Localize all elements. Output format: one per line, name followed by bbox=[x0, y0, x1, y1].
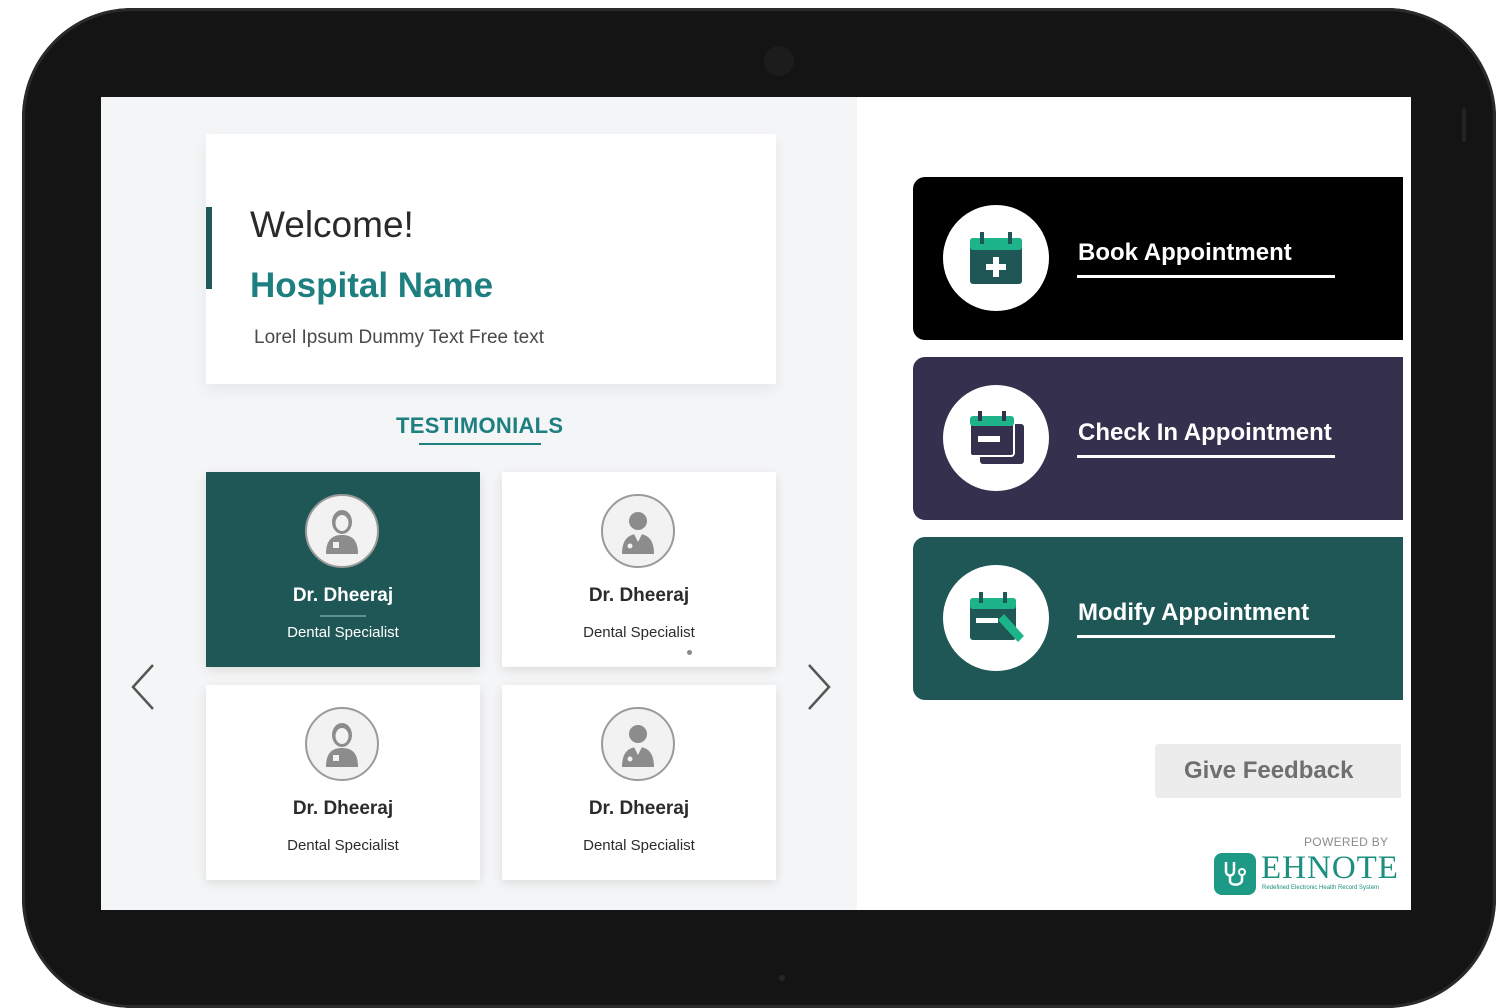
doctor-role: Dental Specialist bbox=[287, 624, 399, 641]
calendar-plus-icon bbox=[943, 205, 1049, 311]
welcome-subtitle: Lorel Ipsum Dummy Text Free text bbox=[254, 327, 545, 348]
welcome-title: Welcome! bbox=[250, 204, 414, 245]
app-screen: Welcome! Hospital Name Lorel Ipsum Dummy… bbox=[101, 97, 1411, 910]
divider bbox=[320, 615, 366, 617]
give-feedback-button[interactable]: Give Feedback bbox=[1155, 744, 1401, 798]
bottom-sensor bbox=[779, 975, 785, 981]
doctor-name: Dr. Dheeraj bbox=[588, 585, 690, 606]
calendar-edit-icon bbox=[943, 565, 1049, 671]
brand-tagline: Redefined Electronic Health Record Syste… bbox=[1262, 885, 1380, 891]
powered-by-label: POWERED BY bbox=[1304, 835, 1389, 849]
chevron-left-icon[interactable] bbox=[129, 662, 159, 712]
testimonial-card[interactable]: Dr. Dheeraj Dental Specialist bbox=[206, 685, 480, 880]
doctor-name: Dr. Dheeraj bbox=[588, 798, 690, 819]
label-underline bbox=[1077, 635, 1335, 638]
testimonial-card[interactable]: Dr. Dheeraj Dental Specialist bbox=[502, 472, 776, 667]
testimonials-underline bbox=[419, 443, 541, 445]
doctor-role: Dental Specialist bbox=[583, 624, 695, 641]
testimonials-heading: TESTIMONIALS bbox=[396, 413, 564, 438]
doctor-role: Dental Specialist bbox=[583, 837, 695, 854]
camera-icon bbox=[764, 46, 794, 76]
side-button bbox=[1462, 108, 1466, 142]
testimonial-card[interactable]: Dr. Dheeraj Dental Specialist bbox=[502, 685, 776, 880]
male-doctor-icon bbox=[601, 494, 675, 568]
doctor-name: Dr. Dheeraj bbox=[292, 585, 394, 606]
doctor-name: Dr. Dheeraj bbox=[292, 798, 394, 819]
modify-appointment-button[interactable]: Modify Appointment bbox=[913, 537, 1403, 700]
testimonial-card[interactable]: Dr. Dheeraj Dental Specialist bbox=[206, 472, 480, 667]
book-appointment-button[interactable]: Book Appointment bbox=[913, 177, 1403, 340]
label-underline bbox=[1077, 455, 1335, 458]
check-in-appointment-button[interactable]: Check In Appointment bbox=[913, 357, 1403, 520]
modify-appointment-label: Modify Appointment bbox=[1078, 599, 1310, 626]
female-doctor-icon bbox=[305, 494, 379, 568]
chevron-right-icon[interactable] bbox=[803, 662, 833, 712]
welcome-card: Welcome! Hospital Name Lorel Ipsum Dummy… bbox=[206, 134, 776, 384]
label-underline bbox=[1077, 275, 1335, 278]
accent-bar bbox=[206, 207, 212, 289]
doctor-role: Dental Specialist bbox=[287, 837, 399, 854]
calendar-checkin-icon bbox=[943, 385, 1049, 491]
brand-name: EHNOTE bbox=[1261, 850, 1399, 886]
indicator-dot bbox=[687, 650, 692, 655]
check-in-appointment-label: Check In Appointment bbox=[1078, 419, 1332, 446]
female-doctor-icon bbox=[305, 707, 379, 781]
stethoscope-icon bbox=[1214, 853, 1256, 895]
male-doctor-icon bbox=[601, 707, 675, 781]
left-pane: Welcome! Hospital Name Lorel Ipsum Dummy… bbox=[101, 97, 857, 910]
book-appointment-label: Book Appointment bbox=[1078, 239, 1292, 266]
hospital-name: Hospital Name bbox=[250, 266, 494, 305]
